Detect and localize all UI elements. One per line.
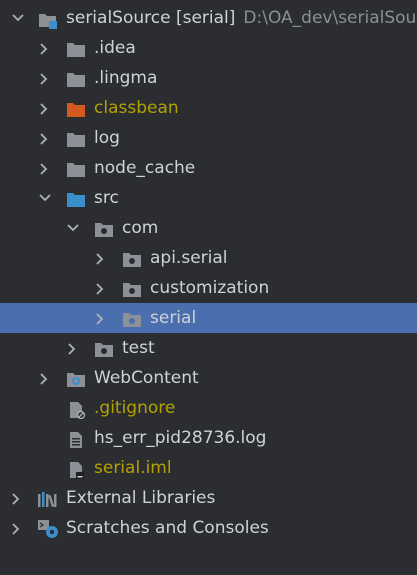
tree-item-label: api.serial	[150, 248, 228, 268]
tree-item-label: com	[122, 218, 159, 238]
tree-item-label: .lingma	[94, 68, 158, 88]
project-module: [serial]	[175, 8, 236, 28]
text-file-icon	[66, 429, 86, 448]
tree-row-external-libraries[interactable]: External Libraries	[0, 483, 417, 513]
tree-item-label: hs_err_pid28736.log	[94, 428, 267, 448]
tree-item-label: .idea	[94, 38, 136, 58]
module-folder-icon	[38, 9, 58, 29]
scratches-icon	[37, 519, 58, 538]
tree-row-webcontent[interactable]: WebContent	[0, 363, 417, 393]
tree-row-api-serial[interactable]: api.serial	[0, 243, 417, 273]
web-folder-icon	[66, 369, 86, 387]
package-icon	[122, 249, 142, 267]
chevron-right-icon[interactable]	[94, 273, 108, 303]
tree-row-node-cache[interactable]: node_cache	[0, 153, 417, 183]
folder-icon	[66, 129, 86, 147]
tree-row-com[interactable]: com	[0, 213, 417, 243]
tree-row-classbean[interactable]: classbean	[0, 93, 417, 123]
tree-row-gitignore[interactable]: .gitignore	[0, 393, 417, 423]
tree-item-label: log	[94, 128, 120, 148]
tree-row-idea[interactable]: .idea	[0, 33, 417, 63]
tree-row-hs-err-log[interactable]: hs_err_pid28736.log	[0, 423, 417, 453]
chevron-right-icon[interactable]	[38, 33, 52, 63]
tree-item-label: src	[94, 188, 119, 208]
tree-item-label: Scratches and Consoles	[66, 518, 269, 538]
chevron-right-icon[interactable]	[10, 483, 24, 513]
tree-row-lingma[interactable]: .lingma	[0, 63, 417, 93]
chevron-right-icon[interactable]	[38, 363, 52, 393]
package-icon	[122, 279, 142, 297]
tree-row-serial-iml[interactable]: serial.iml	[0, 453, 417, 483]
tree-item-label: node_cache	[94, 158, 196, 178]
package-icon	[122, 309, 142, 327]
chevron-right-icon[interactable]	[38, 123, 52, 153]
chevron-right-icon[interactable]	[38, 153, 52, 183]
tree-row-test[interactable]: test	[0, 333, 417, 363]
chevron-right-icon[interactable]	[10, 513, 24, 543]
chevron-right-icon[interactable]	[38, 63, 52, 93]
tree-item-label: customization	[150, 278, 270, 298]
chevron-right-icon[interactable]	[66, 333, 80, 363]
chevron-right-icon[interactable]	[38, 93, 52, 123]
library-icon	[37, 489, 57, 508]
tree-row-log[interactable]: log	[0, 123, 417, 153]
tree-item-label: .gitignore	[94, 398, 176, 418]
folder-icon	[66, 159, 86, 177]
folder-icon	[66, 69, 86, 87]
package-icon	[94, 219, 114, 237]
tree-item-label: External Libraries	[66, 488, 216, 508]
chevron-right-icon[interactable]	[94, 243, 108, 273]
ignore-file-icon	[66, 399, 86, 420]
tree-item-label: serial.iml	[94, 458, 172, 478]
tree-item-label: test	[122, 338, 155, 358]
tree-row-project-root[interactable]: serialSource [serial] D:\OA_dev\serialSou…	[0, 3, 417, 33]
project-tree: serialSource [serial] D:\OA_dev\serialSou…	[0, 0, 417, 575]
tree-row-customization[interactable]: customization	[0, 273, 417, 303]
folder-icon	[66, 39, 86, 57]
tree-row-src[interactable]: src	[0, 183, 417, 213]
tree-row-scratches[interactable]: Scratches and Consoles	[0, 513, 417, 543]
chevron-down-icon[interactable]	[11, 3, 25, 33]
tree-item-label: serial	[150, 308, 197, 328]
tree-item-label: classbean	[94, 98, 179, 118]
tree-item-label: WebContent	[94, 368, 199, 388]
module-file-icon	[66, 459, 86, 479]
tree-row-serial[interactable]: serial	[0, 303, 417, 333]
package-icon	[94, 339, 114, 357]
project-path: D:\OA_dev\serialSource	[243, 8, 417, 28]
project-name: serialSource	[66, 8, 171, 28]
chevron-down-icon[interactable]	[66, 213, 80, 243]
chevron-down-icon[interactable]	[38, 183, 52, 213]
project-name-label: serialSource [serial] D:\OA_dev\serialSou…	[66, 3, 417, 33]
source-folder-icon	[66, 189, 86, 207]
excluded-folder-icon	[66, 99, 86, 117]
chevron-right-icon[interactable]	[94, 303, 108, 333]
